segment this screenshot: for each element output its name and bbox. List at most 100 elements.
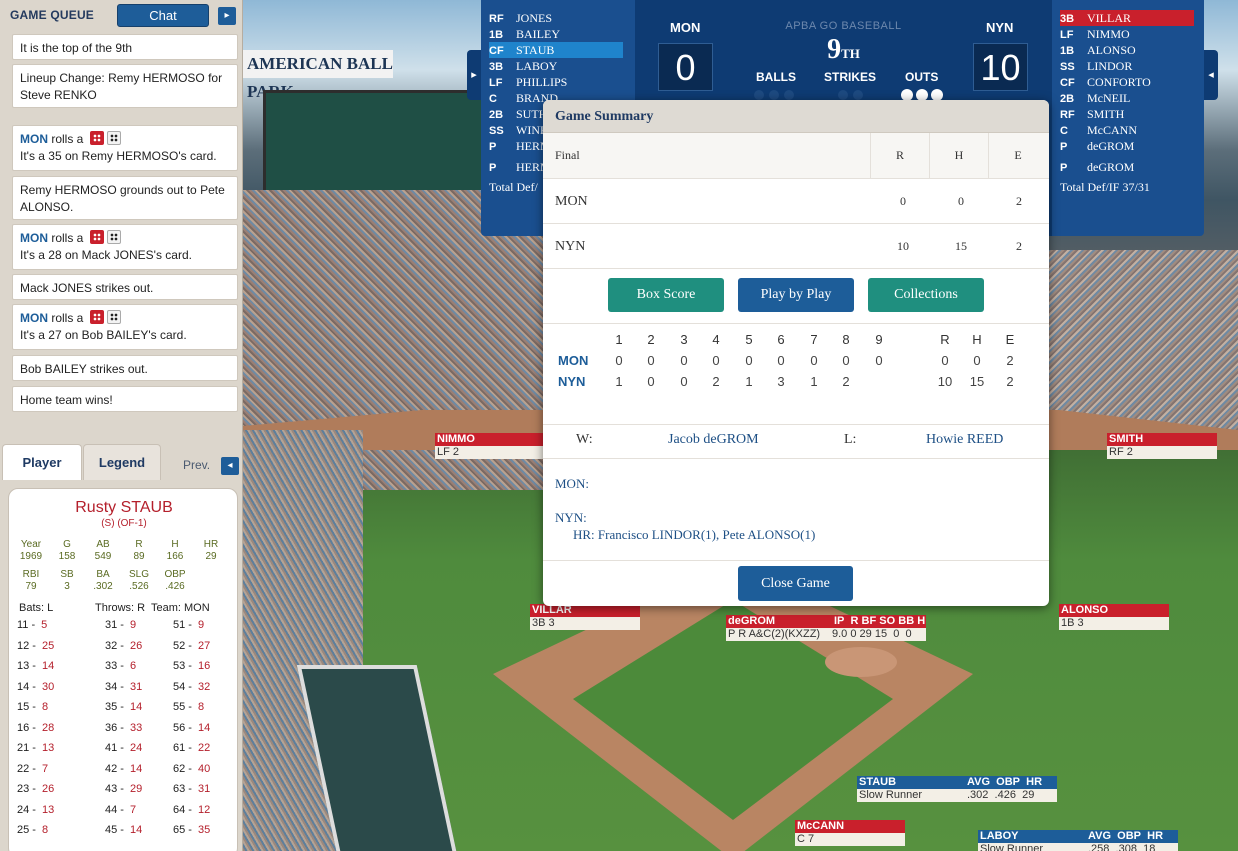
lineup-row[interactable]: LF NIMMO [1060,26,1194,42]
card-result-value: 22 [197,742,211,754]
lineup-position: 2B [1060,93,1075,105]
runner-staub[interactable]: STAUB AVG OBP HR Slow Runner .302 .426 2… [857,776,1057,802]
queue-next-arrow-icon[interactable]: ▸ [218,7,236,25]
inning-header: 1 [615,332,623,347]
ball-light [769,90,779,100]
losing-pitcher[interactable]: Howie REED [926,432,1003,448]
linescore-team: MON [558,353,589,368]
home-lineup-panel: 3B VILLAR LF NIMMO 1B ALONSO SS LINDOR CF CONFORT… [1052,0,1204,236]
winning-pitcher[interactable]: Jacob deGROM [668,432,759,448]
lineup-position: P [489,141,497,153]
card-roll: 25 - [17,824,36,836]
card-result-value: 31 [129,680,143,693]
inning-score: 0 [647,374,655,389]
card-result-value: 35 [197,824,211,836]
card-roll: 63 - [173,783,192,795]
queue-message-roll: MON rolls a It's a 27 on Bob BAILEY's ca… [12,304,238,350]
lineup-row[interactable]: 3B VILLAR [1060,10,1194,26]
collapse-right-arrow-icon[interactable]: ◂ [1204,50,1218,100]
card-roll: 52 - [173,639,192,652]
close-game-button[interactable]: Close Game [738,566,853,601]
queue-message: Remy HERMOSO grounds out to Pete ALONSO. [12,176,238,220]
lineup-row[interactable]: RF SMITH [1060,106,1194,122]
mon-notes-label: MON: [555,476,589,491]
lineup-row[interactable]: C McCANN [1060,122,1194,138]
card-result-value: 16 [197,660,211,672]
red-die-icon [89,230,104,244]
prev-arrow-icon[interactable]: ◂ [221,457,239,475]
lineup-row[interactable]: CF CONFORTO [1060,74,1194,90]
header-h: H [954,148,964,162]
lineup-row[interactable]: 3B LABOY [489,58,623,74]
modal-title: Game Summary [543,100,1049,133]
card-roll: 32 - [105,639,124,652]
fielder-villar[interactable]: VILLAR 3B 3 [530,604,640,630]
balls-label: BALLS [756,70,796,84]
game-status: Final [555,148,580,162]
card-result-value: 14 [41,660,55,672]
lineup-player-name: SMITH [1087,107,1125,121]
card-result-value: 32 [197,680,211,693]
card-roll: 35 - [105,701,124,713]
card-result-value: 9 [129,619,137,631]
box-score-button[interactable]: Box Score [608,278,724,312]
lineup-position: P [1060,141,1068,153]
lineup-position: C [1060,125,1068,137]
lineup-row[interactable]: 1B BAILEY [489,26,623,42]
team-label: Team: MON [151,602,210,614]
team-errors: 2 [1016,239,1022,253]
queue-message: It is the top of the 9th [12,34,238,60]
batter-laboy[interactable]: LABOY AVG OBP HR Slow Runner .258 .308 1… [978,830,1178,851]
lineup-position: 1B [489,29,504,41]
chat-button[interactable]: Chat [117,4,209,27]
card-result: 63 - 31 [173,783,210,795]
tab-legend[interactable]: Legend [83,444,161,480]
fielder-nimmo[interactable]: NIMMO LF 2 [435,433,543,459]
pitcher-degrom[interactable]: deGROM IP R BF SO BB H P R A&C(2)(KXZZ) … [726,615,926,641]
inning-header: 2 [647,332,655,347]
tab-player[interactable]: Player [2,444,82,480]
lineup-row[interactable]: LF PHILLIPS [489,74,623,90]
fielder-mccann[interactable]: McCANN C 7 [795,820,905,846]
play-by-play-button[interactable]: Play by Play [738,278,854,312]
lineup-position: P [1060,162,1068,174]
lineup-row[interactable]: PdeGROM [1060,138,1194,154]
prev-label[interactable]: Prev. [183,458,210,472]
lineup-row[interactable]: PdeGROM [1060,159,1194,175]
collapse-left-arrow-icon[interactable]: ▸ [467,50,481,100]
card-result: 44 - 7 [105,804,136,816]
fielder-smith[interactable]: SMITH RF 2 [1107,433,1217,459]
card-result: 11 - 5 [17,619,47,631]
fielder-alonso[interactable]: ALONSO 1B 3 [1059,604,1169,630]
card-result: 33 - 6 [105,660,136,672]
lineup-position: RF [489,13,504,25]
nyn-notes-label: NYN: [555,510,587,525]
card-result: 53 - 16 [173,660,210,672]
team-hits: 15 [955,239,967,253]
lineup-player-name: BAILEY [516,27,560,41]
linescore-rhe: 2 [1006,374,1014,389]
card-result-value: 13 [41,742,55,754]
team-name: MON [555,194,588,209]
lineup-row[interactable]: 2B McNEIL [1060,90,1194,106]
inning-header: 9 [875,332,883,347]
queue-message: Bob BAILEY strikes out. [12,355,238,381]
card-result-value: 30 [41,680,55,693]
strikes-label: STRIKES [824,70,877,84]
lineup-row[interactable]: SS LINDOR [1060,58,1194,74]
white-die-icon [106,230,121,244]
card-result: 14 - 30 [17,681,54,693]
lineup-position: LF [489,77,503,89]
card-roll: 43 - [105,783,124,795]
ball-light [754,90,764,100]
card-result-value: 26 [41,783,55,795]
lineup-player-name: STAUB [516,43,555,57]
lineup-row[interactable]: RF JONES [489,10,623,26]
lineup-row[interactable]: CF STAUB [489,42,623,58]
card-roll: 33 - [105,660,124,672]
lineup-position: CF [1060,77,1075,89]
lineup-row[interactable]: 1B ALONSO [1060,42,1194,58]
lineup-player-name: deGROM [1087,139,1135,153]
collections-button[interactable]: Collections [868,278,984,312]
pitchers-mound [825,647,897,677]
